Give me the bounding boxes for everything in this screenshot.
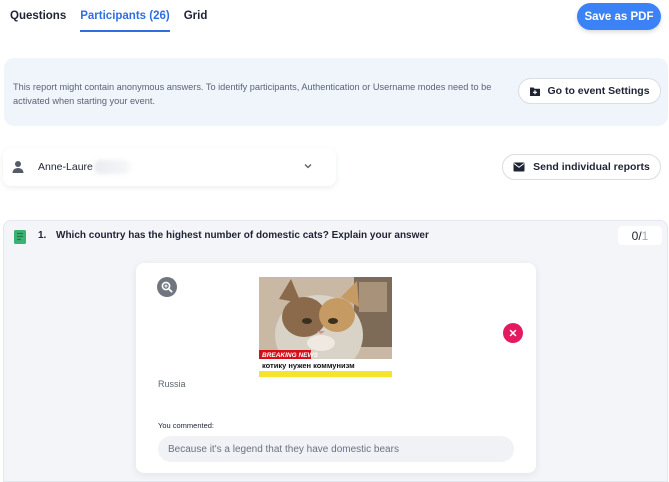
anonymous-notice: This report might contain anonymous answ… [4, 58, 668, 126]
answer-card: BREAKING NEWS котику нужен коммунизм Rus… [136, 263, 536, 473]
answer-text: Russia [158, 379, 186, 389]
magnifier-icon [161, 281, 173, 293]
zoom-image-button[interactable] [157, 277, 177, 297]
envelope-icon [513, 162, 525, 172]
question-score: 0/1 [618, 226, 662, 245]
send-reports-label: Send individual reports [533, 161, 650, 173]
tab-participants[interactable]: Participants (26) [80, 10, 170, 32]
event-settings-button[interactable]: Go to event Settings [518, 78, 661, 104]
person-icon [12, 161, 24, 173]
participant-name-blur [93, 160, 130, 174]
answer-image: BREAKING NEWS котику нужен коммунизм [259, 277, 392, 377]
send-individual-reports-button[interactable]: Send individual reports [502, 154, 661, 180]
notice-text: This report might contain anonymous answ… [13, 82, 492, 106]
question-type-icon [14, 230, 26, 244]
comment-label: You commented: [158, 421, 215, 430]
close-icon [509, 329, 517, 337]
image-caption-text: котику нужен коммунизм [262, 361, 355, 370]
question-text: Which country has the highest number of … [56, 230, 429, 241]
tab-grid[interactable]: Grid [184, 10, 208, 32]
participant-name: Anne-Laure [38, 161, 93, 173]
tab-questions[interactable]: Questions [10, 10, 66, 32]
question-card: 1. Which country has the highest number … [3, 220, 668, 482]
report-tabs: Questions Participants (26) Grid [10, 10, 207, 32]
question-number: 1. [38, 230, 47, 241]
event-settings-label: Go to event Settings [547, 85, 650, 97]
participant-select[interactable]: Anne-Laure [3, 148, 336, 186]
remove-answer-button[interactable] [503, 323, 523, 343]
chevron-down-icon [304, 164, 312, 169]
comment-field[interactable]: Because it's a legend that they have dom… [158, 436, 514, 462]
folder-plus-icon [530, 87, 541, 96]
cat-photo: BREAKING NEWS котику нужен коммунизм [259, 277, 392, 377]
image-banner-text: BREAKING NEWS [262, 352, 319, 359]
score-total: 1 [641, 228, 649, 243]
score-value: 0/ [631, 228, 642, 243]
save-as-pdf-button[interactable]: Save as PDF [577, 3, 661, 30]
